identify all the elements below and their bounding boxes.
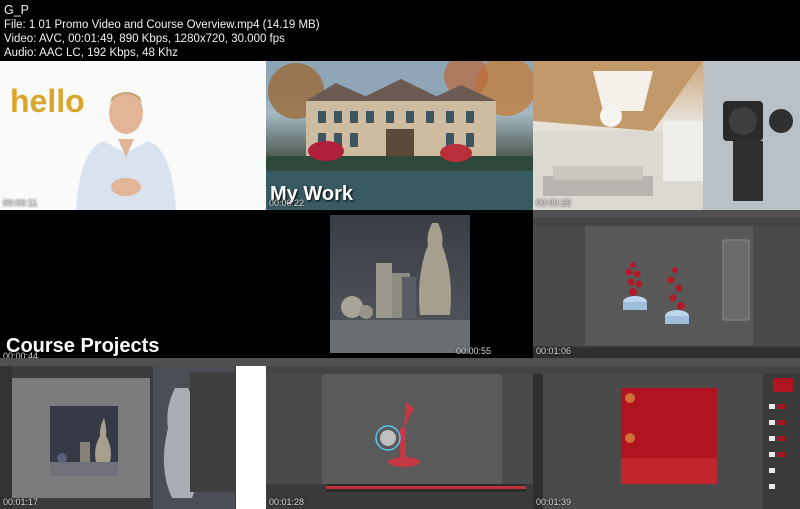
thumbnail-grid: hello 00:00:11 My Work 00:00:22 00:00:33… — [0, 61, 800, 509]
video-line: Video: AVC, 00:01:49, 890 Kbps, 1280x720… — [4, 33, 285, 45]
timestamp: 00:00:33 — [536, 198, 572, 208]
vase-still-life — [330, 223, 470, 353]
red-texture-canvas — [621, 374, 800, 509]
thumbnail-5[interactable]: 00:00:55 — [266, 210, 533, 358]
thumbnail-2[interactable]: My Work 00:00:22 — [266, 61, 533, 210]
timestamp: 00:00:55 — [456, 346, 492, 356]
audio-line: Audio: AAC LC, 192 Kbps, 48 Khz — [4, 47, 178, 59]
file-info-header: G_P File: 1 01 Promo Video and Course Ov… — [0, 0, 800, 61]
presenter-figure — [76, 92, 176, 210]
thumbnail-8[interactable]: 00:01:28 — [266, 358, 533, 509]
molecule-models — [623, 239, 750, 324]
status-bar — [533, 348, 800, 358]
timestamp: 00:00:22 — [269, 198, 305, 208]
thumbnail-1[interactable]: hello 00:00:11 — [0, 61, 266, 210]
timestamp: 00:01:06 — [536, 346, 572, 356]
thumbnail-9[interactable]: 00:01:39 — [533, 358, 800, 509]
thumbnail-4[interactable]: Course Projects — [0, 210, 266, 358]
timestamp: 00:01:17 — [3, 497, 39, 507]
interior-scene — [533, 61, 800, 210]
vase-render — [330, 215, 470, 353]
lamp-model — [326, 402, 526, 492]
render-scenes — [50, 366, 266, 509]
header-title: G_P — [4, 3, 30, 17]
timestamp: 00:01:28 — [269, 497, 305, 507]
timestamp: 00:00:11 — [3, 198, 38, 208]
file-line: File: 1 01 Promo Video and Course Overvi… — [4, 19, 320, 31]
thumbnail-6[interactable]: 00:01:06 — [533, 210, 800, 358]
timestamp: 00:01:39 — [536, 497, 572, 507]
thumbnail-7[interactable]: 00:01:17 — [0, 358, 266, 509]
thumbnail-3[interactable]: 00:00:33 — [533, 61, 800, 210]
